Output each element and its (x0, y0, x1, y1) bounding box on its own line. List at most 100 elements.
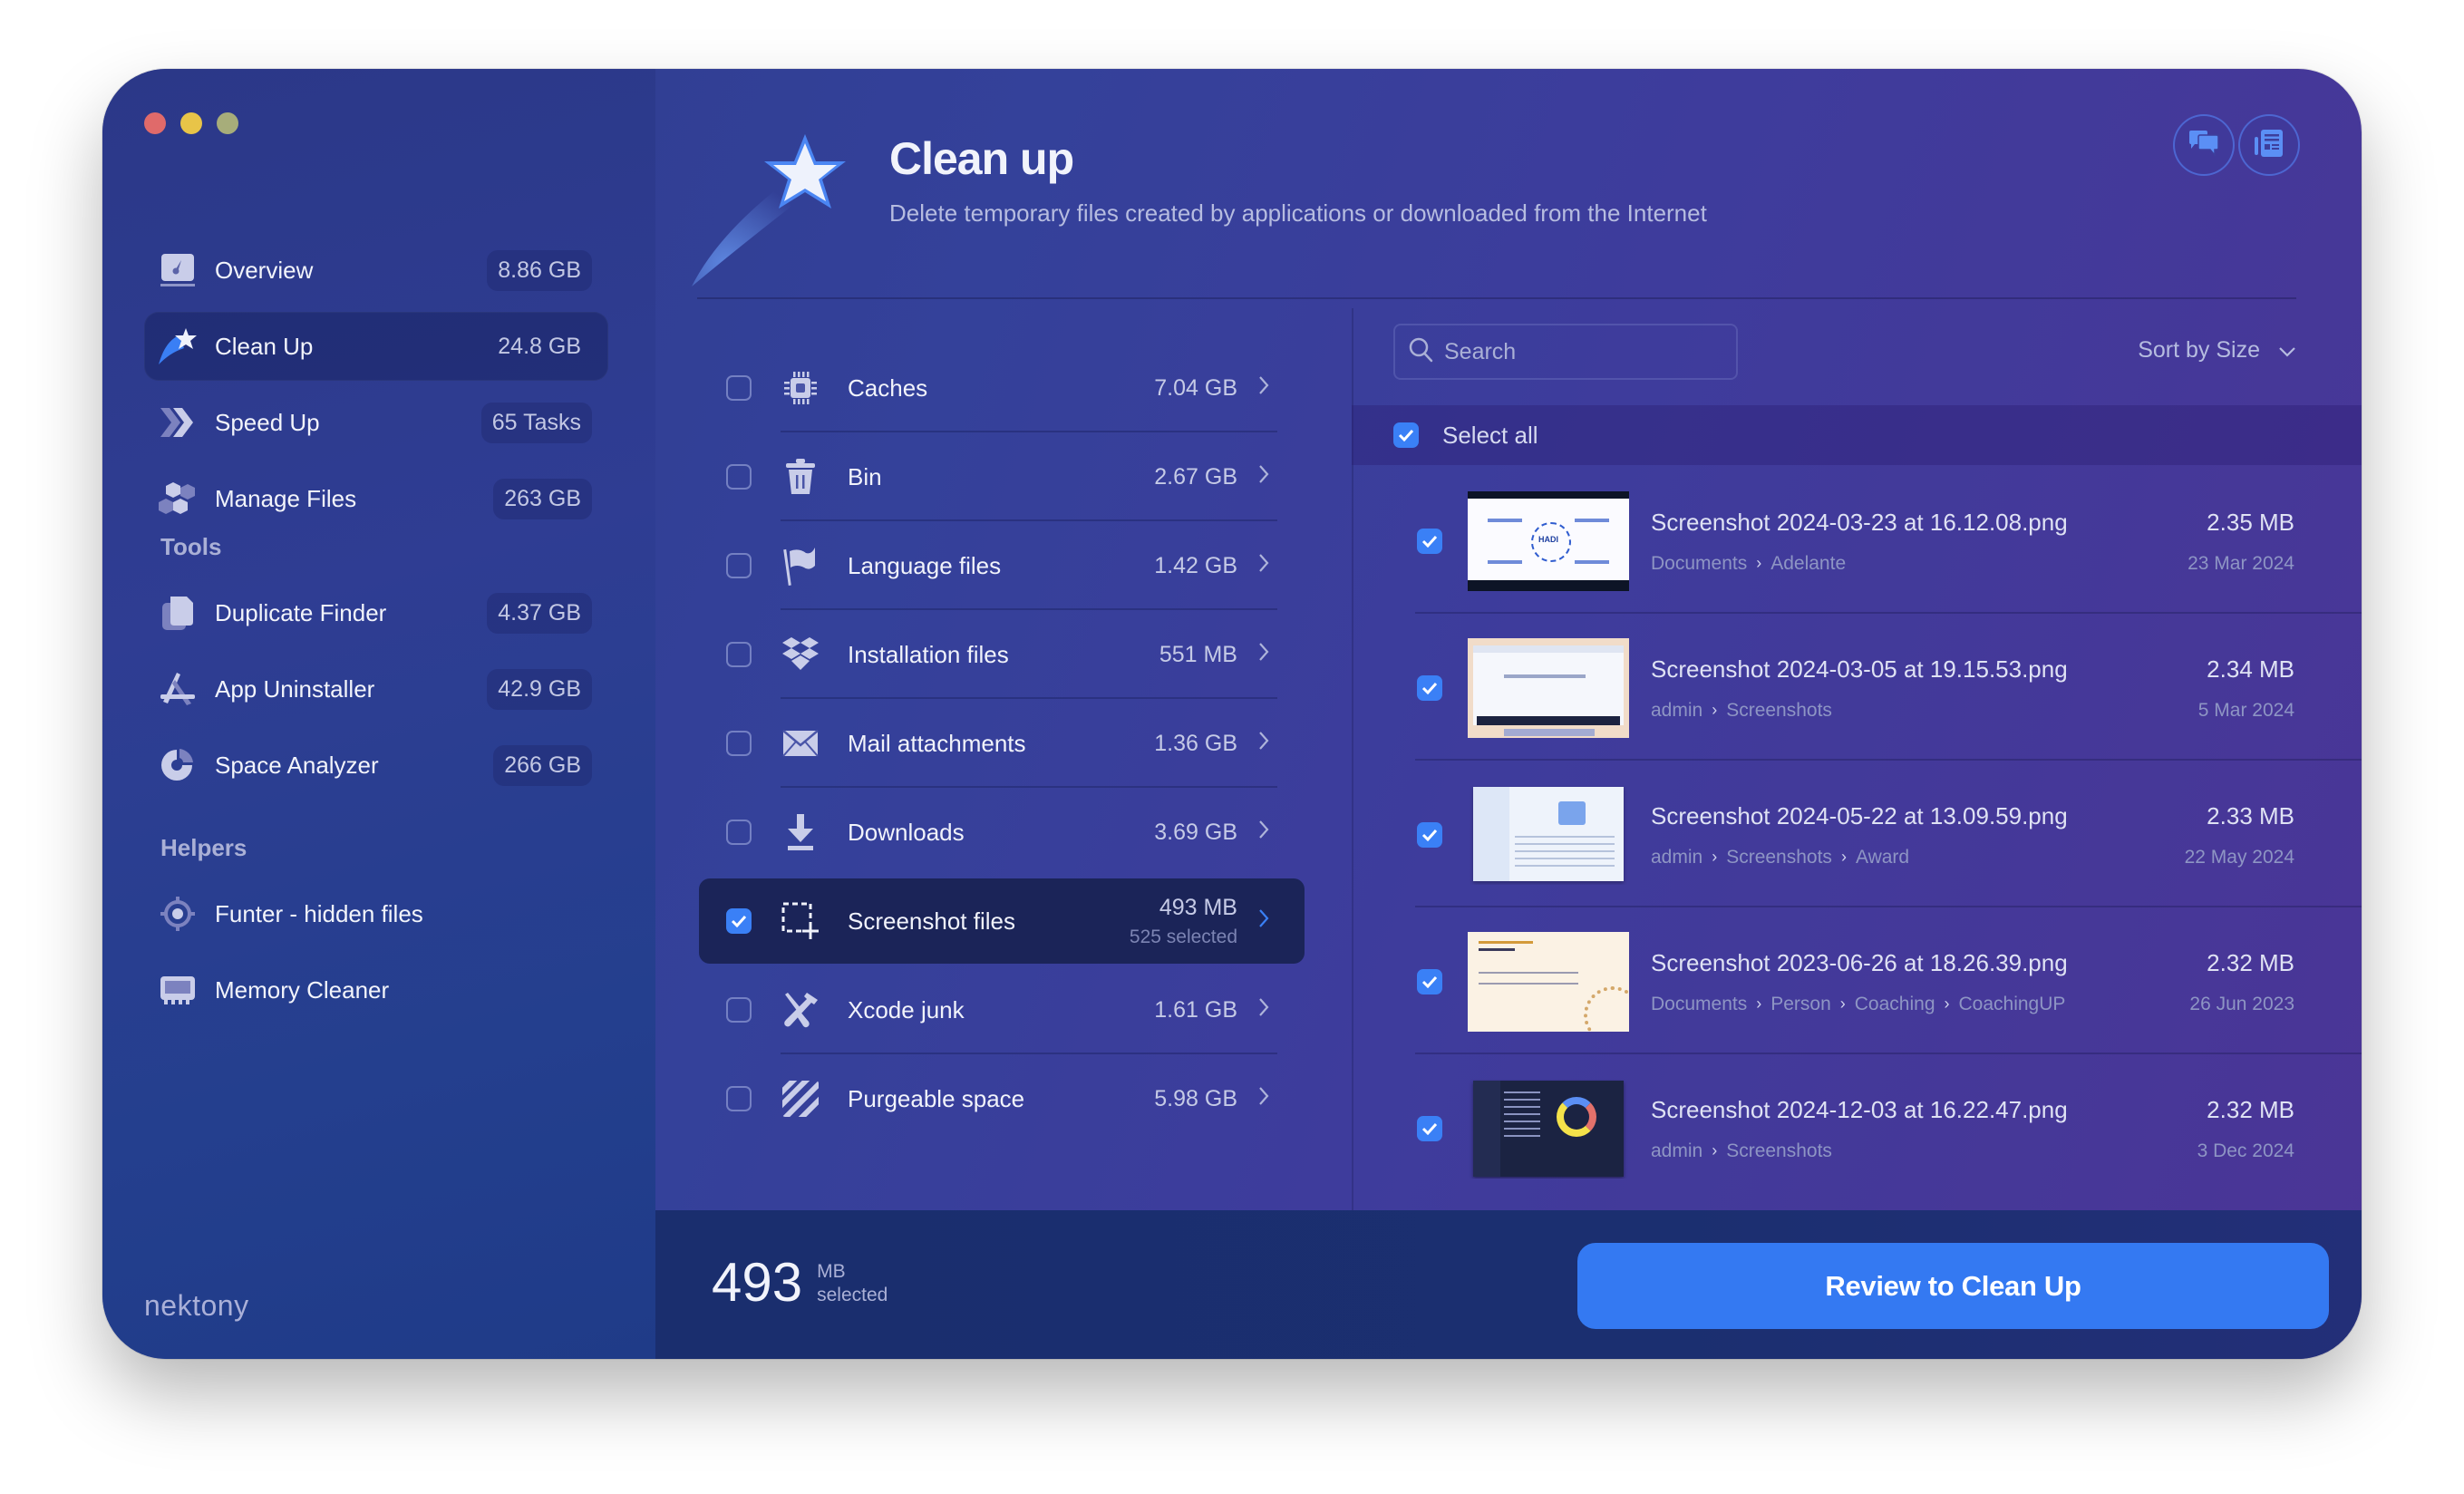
sidebar-item-duplicate-finder[interactable]: Duplicate Finder 4.37 GB (144, 578, 608, 647)
select-all-row[interactable]: Select all (1352, 405, 2362, 465)
minimize-window-button[interactable] (180, 112, 202, 134)
file-size: 2.33 MB (2207, 801, 2294, 829)
overview-gauge-icon (157, 249, 199, 291)
chevron-right-icon[interactable] (1257, 552, 1277, 580)
category-size: 493 MB (1159, 894, 1237, 920)
file-meta: 2.33 MB 22 May 2024 (2185, 802, 2294, 868)
file-checkbox[interactable] (1417, 1116, 1442, 1141)
chevron-right-icon[interactable] (1257, 996, 1277, 1024)
path-segment: admin (1651, 1140, 1703, 1161)
category-checkbox[interactable] (726, 553, 752, 578)
news-button[interactable] (2238, 114, 2300, 176)
category-size: 2.67 GB (1154, 463, 1237, 490)
file-row[interactable]: HADI Screenshot 2024-03-23 at 16.12.08.pn… (1352, 469, 2362, 614)
row-divider (1415, 1053, 2362, 1054)
search-field[interactable] (1393, 324, 1738, 380)
sidebar-item-manage-files[interactable]: Manage Files 263 GB (144, 464, 608, 533)
review-to-clean-up-button[interactable]: Review to Clean Up (1577, 1243, 2329, 1329)
category-selected-count: 525 selected (1129, 926, 1237, 947)
file-date: 22 May 2024 (2184, 846, 2294, 868)
screenshot-thumbnail[interactable] (1468, 638, 1629, 738)
tasks-badge: 65 Tasks (480, 402, 592, 443)
sidebar-item-memory-cleaner[interactable]: Memory Cleaner (144, 956, 608, 1024)
file-name: Screenshot 2024-03-05 at 19.15.53.png (1651, 655, 2068, 683)
chevron-right-icon[interactable] (1257, 641, 1277, 669)
close-window-button[interactable] (144, 112, 166, 134)
sidebar-item-cleanup[interactable]: Clean Up 24.8 GB (144, 312, 608, 381)
search-input[interactable] (1442, 337, 1718, 366)
category-checkbox[interactable] (726, 820, 752, 845)
file-size: 2.32 MB (2207, 948, 2294, 976)
file-row[interactable]: Screenshot 2023-06-26 at 18.26.39.png Doc… (1352, 909, 2362, 1054)
envelope-icon (781, 723, 820, 763)
file-row[interactable]: Screenshot 2024-03-05 at 19.15.53.png adm… (1352, 616, 2362, 761)
sidebar-item-overview[interactable]: Overview 8.86 GB (144, 236, 608, 305)
path-segment: admin (1651, 846, 1703, 868)
category-row-purgeable-space[interactable]: Purgeable space 5.98 GB (699, 1056, 1305, 1141)
size-badge: 266 GB (493, 744, 592, 786)
screenshot-thumbnail[interactable]: HADI (1468, 491, 1629, 591)
file-checkbox[interactable] (1417, 675, 1442, 701)
maximize-window-button[interactable] (217, 112, 238, 134)
file-path-breadcrumb: Documents › Adelante (1651, 553, 2188, 575)
category-size: 3.69 GB (1154, 819, 1237, 845)
chevron-right-icon[interactable] (1257, 819, 1277, 847)
category-size: 1.36 GB (1154, 730, 1237, 756)
category-checkbox[interactable] (726, 731, 752, 756)
file-checkbox[interactable] (1417, 969, 1442, 994)
file-row[interactable]: Screenshot 2024-05-22 at 13.09.59.png adm… (1352, 762, 2362, 907)
file-row[interactable]: Screenshot 2024-12-03 at 16.22.47.png adm… (1352, 1056, 2362, 1201)
selected-total-caption: selected (817, 1285, 888, 1305)
news-icon (2254, 128, 2285, 163)
category-row-xcode-junk[interactable]: Xcode junk 1.61 GB (699, 967, 1305, 1054)
file-info: Screenshot 2024-03-05 at 19.15.53.png adm… (1651, 655, 2198, 722)
screenshot-thumbnail[interactable] (1468, 932, 1629, 1032)
category-row-bin[interactable]: Bin 2.67 GB (699, 434, 1305, 521)
file-name: Screenshot 2024-05-22 at 13.09.59.png (1651, 801, 2068, 829)
category-size: 1.61 GB (1154, 996, 1237, 1023)
chevron-right-icon[interactable] (1257, 374, 1277, 403)
sidebar-item-app-uninstaller[interactable]: App Uninstaller 42.9 GB (144, 655, 608, 723)
screenshot-thumbnail[interactable] (1468, 785, 1629, 885)
category-row-mail-attachments[interactable]: Mail attachments 1.36 GB (699, 701, 1305, 788)
category-row-caches[interactable]: Caches 7.04 GB (699, 345, 1305, 432)
selected-total-value: 493 (712, 1252, 803, 1313)
file-checkbox[interactable] (1417, 529, 1442, 554)
file-path-breadcrumb: admin › Screenshots (1651, 1140, 2197, 1162)
category-label: Installation files (848, 640, 1009, 668)
chevron-right-icon[interactable] (1257, 907, 1277, 936)
category-checkbox[interactable] (726, 908, 752, 934)
category-checkbox[interactable] (726, 375, 752, 401)
row-divider (781, 1053, 1277, 1054)
category-checkbox[interactable] (726, 997, 752, 1023)
checkmark-icon (1421, 682, 1438, 694)
category-checkbox[interactable] (726, 464, 752, 490)
category-row-screenshot-files[interactable]: Screenshot files 493 MB 525 selected (699, 878, 1305, 964)
screenshot-thumbnail[interactable] (1468, 1079, 1629, 1179)
select-all-checkbox[interactable] (1393, 422, 1419, 448)
chat-support-button[interactable] (2173, 114, 2235, 176)
breadcrumb-chevron-icon: › (1756, 994, 1762, 1013)
sidebar-item-label: App Uninstaller (215, 674, 375, 703)
category-row-installation-files[interactable]: Installation files 551 MB (699, 612, 1305, 699)
page-subtitle: Delete temporary files created by applic… (889, 199, 1707, 227)
duplicate-files-icon (157, 592, 199, 634)
sidebar-item-speedup[interactable]: Speed Up 65 Tasks (144, 388, 608, 457)
chat-support-icon (2188, 130, 2220, 161)
category-row-downloads[interactable]: Downloads 3.69 GB (699, 790, 1305, 875)
path-segment: Documents (1651, 552, 1748, 574)
sidebar-item-space-analyzer[interactable]: Space Analyzer 266 GB (144, 731, 608, 800)
file-checkbox[interactable] (1417, 822, 1442, 848)
chevron-right-icon[interactable] (1257, 730, 1277, 758)
sort-dropdown[interactable]: Sort by Size (2138, 337, 2296, 364)
category-checkbox[interactable] (726, 1086, 752, 1111)
category-checkbox[interactable] (726, 642, 752, 667)
chevron-right-icon[interactable] (1257, 1085, 1277, 1113)
category-size-block: 1.42 GB (1154, 553, 1237, 579)
chevron-right-icon[interactable] (1257, 463, 1277, 491)
sidebar-item-funter[interactable]: Funter - hidden files (144, 879, 608, 948)
category-row-language-files[interactable]: Language files 1.42 GB (699, 523, 1305, 610)
footer-bar: 493 MB selected Review to Clean Up (655, 1210, 2362, 1359)
selected-total: 493 MB selected (712, 1256, 888, 1310)
helpers-section-title: Helpers (160, 834, 247, 861)
